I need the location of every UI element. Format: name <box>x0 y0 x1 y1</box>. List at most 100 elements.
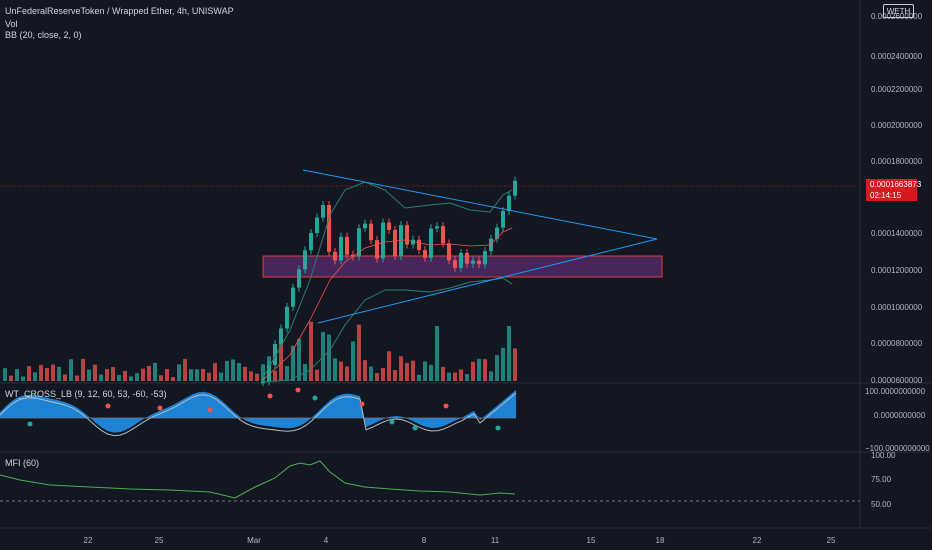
time-tick-label: Mar <box>247 536 261 545</box>
volume-bar <box>183 358 187 381</box>
volume-bar <box>111 367 115 381</box>
volume-bar <box>357 324 361 381</box>
volume-bar <box>165 368 169 381</box>
time-tick-label: 15 <box>587 536 596 545</box>
quote-currency-button[interactable]: WETH <box>883 4 914 18</box>
wt-cross-dot <box>312 395 318 401</box>
volume-bar <box>507 326 511 381</box>
wt-cross-dot <box>412 425 418 431</box>
volume-bar <box>177 364 181 381</box>
candle-body <box>297 269 301 288</box>
mfi-line <box>0 460 516 499</box>
time-tick-label: 11 <box>491 536 500 545</box>
candle-body <box>303 250 307 270</box>
mfi-tick-label: 50.00 <box>871 500 892 509</box>
volume-bar <box>405 362 409 381</box>
candle-body <box>507 195 511 212</box>
volume-bar <box>147 365 151 381</box>
mfi-legend: MFI (60) <box>5 458 40 468</box>
wt-cross-dot <box>495 425 501 431</box>
chart-canvas[interactable]: 0.00026000000.00024000000.00022000000.00… <box>0 0 932 550</box>
wt-cross-dot <box>27 421 33 427</box>
candle-body <box>279 328 283 345</box>
volume-bar <box>81 358 85 381</box>
candle-body <box>483 251 487 265</box>
bollinger-legend: BB (20, close, 2, 0) <box>5 30 82 40</box>
candle-body <box>315 217 319 233</box>
candle-body <box>477 260 481 265</box>
volume-bar <box>171 377 175 381</box>
volume-bar <box>45 368 49 381</box>
wt-cross-dot <box>443 403 449 409</box>
volume-bar <box>363 360 367 381</box>
volume-bar <box>339 361 343 381</box>
candle-body <box>447 243 451 261</box>
volume-bar <box>99 374 103 381</box>
candle-body <box>327 204 331 252</box>
volume-bar <box>429 364 433 381</box>
candle-body <box>453 260 457 268</box>
volume-bar <box>387 351 391 381</box>
volume-bar <box>411 360 415 381</box>
wt-tick-label: 100.0000000000 <box>865 387 926 396</box>
volume-bar <box>375 373 379 381</box>
volume-bar <box>135 373 139 381</box>
volume-bar <box>27 366 31 381</box>
bar-countdown: 02:14:15 <box>870 191 902 200</box>
volume-bar <box>255 373 259 381</box>
volume-bar <box>21 376 25 381</box>
volume-bar <box>105 369 109 381</box>
volume-bar <box>195 369 199 381</box>
candle-body <box>345 236 349 255</box>
volume-bar <box>441 366 445 381</box>
volume-bar <box>141 368 145 381</box>
candle-body <box>393 229 397 257</box>
volume-bar <box>33 372 37 381</box>
price-tick-label: 0.0001400000 <box>871 229 923 238</box>
candle-body <box>501 211 505 228</box>
candle-body <box>417 239 421 251</box>
volume-bar <box>423 361 427 381</box>
candle-body <box>405 225 409 245</box>
candle-body <box>291 287 295 307</box>
volume-bar <box>51 364 55 381</box>
mfi-tick-label: 75.00 <box>871 475 892 484</box>
wt-cross-dot <box>105 403 111 409</box>
candle-body <box>429 228 433 258</box>
current-price-badge: 0.0001663873 02:14:15 <box>866 179 921 201</box>
volume-bar <box>225 360 229 381</box>
volume-bar <box>513 348 517 381</box>
candle-body <box>333 251 337 261</box>
time-tick-label: 8 <box>422 536 427 545</box>
time-tick-label: 25 <box>155 536 164 545</box>
volume-bar <box>249 371 253 381</box>
volume-bar <box>459 369 463 381</box>
candle-body <box>465 252 469 264</box>
time-tick-label: 18 <box>656 536 665 545</box>
volume-legend: Vol <box>5 19 18 29</box>
volume-bar <box>327 334 331 381</box>
price-tick-label: 0.0000600000 <box>871 376 923 385</box>
volume-bar <box>201 368 205 381</box>
volume-bar <box>483 359 487 381</box>
wt-cross-dot <box>295 387 301 393</box>
volume-bar <box>333 358 337 381</box>
price-tick-label: 0.0002000000 <box>871 121 923 130</box>
volume-bar <box>477 358 481 381</box>
time-tick-label: 4 <box>324 536 329 545</box>
candle-body <box>339 236 343 261</box>
volume-bar <box>39 364 43 381</box>
volume-bar <box>315 369 319 381</box>
volume-bar <box>291 345 295 381</box>
volume-bar <box>69 359 73 381</box>
volume-bar <box>345 366 349 381</box>
candle-body <box>369 223 373 241</box>
price-tick-label: 0.0001800000 <box>871 157 923 166</box>
price-tick-label: 0.0000800000 <box>871 339 923 348</box>
candle-body <box>381 222 385 259</box>
wt-cross-dot <box>207 407 213 413</box>
wt-cross-dot <box>389 419 395 425</box>
symbol-title: UnFederalReserveToken / Wrapped Ether, 4… <box>5 6 234 16</box>
candle-body <box>471 260 475 264</box>
price-tick-label: 0.0001200000 <box>871 266 923 275</box>
